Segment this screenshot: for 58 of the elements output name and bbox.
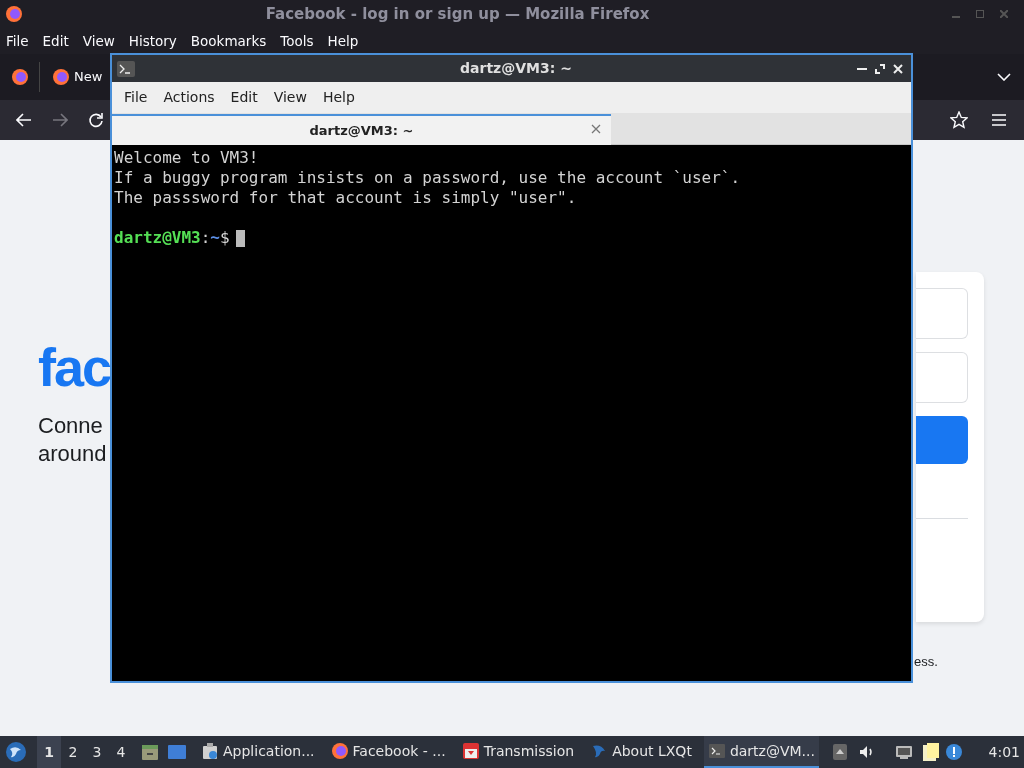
back-arrow-icon[interactable] — [16, 113, 32, 127]
menu-icon[interactable] — [992, 114, 1006, 126]
window-title: Facebook - log in or sign up — Mozilla Firefox — [264, 3, 651, 25]
menu-item[interactable]: View — [265, 87, 315, 108]
close-tab-icon[interactable] — [591, 124, 601, 134]
desktop-icon[interactable] — [167, 743, 187, 761]
taskbar-button[interactable]: dartz@VM... — [703, 736, 819, 768]
clock: 4:01 — [988, 742, 1020, 762]
menu-item[interactable]: Help — [327, 30, 359, 52]
reload-icon[interactable] — [88, 112, 104, 128]
terminal-line: If a buggy program insists on a password, use the account `user`. — [114, 168, 742, 188]
menu-item[interactable]: Actions — [155, 87, 223, 108]
terminal-line: The passsword for that account is simply "user". — [114, 188, 578, 208]
chevron-down-icon[interactable] — [997, 73, 1011, 81]
start-menu-icon[interactable] — [5, 741, 27, 763]
input-field[interactable] — [916, 352, 968, 403]
firefox-icon — [330, 742, 349, 760]
notification-icon[interactable] — [944, 743, 963, 761]
volume-icon[interactable] — [858, 744, 875, 760]
menu-item[interactable]: File — [6, 30, 29, 52]
taskbar-button[interactable]: Application... — [197, 736, 319, 768]
menu-item[interactable]: Help — [314, 87, 363, 108]
logo: fac — [38, 340, 111, 394]
tagline-text: Conne — [38, 412, 104, 440]
taskbar-button[interactable]: About LXQt — [586, 736, 696, 768]
browser-tab[interactable]: New — [50, 61, 105, 93]
workspace-button[interactable]: 4 — [109, 736, 133, 768]
footer-text: ess. — [914, 653, 939, 671]
file-cabinet-icon[interactable] — [141, 743, 159, 761]
menu-item[interactable]: Tools — [280, 30, 314, 52]
workspace-button[interactable]: 2 — [61, 736, 85, 768]
taskbar-button[interactable]: Transmission — [457, 736, 579, 768]
menu-item[interactable]: Bookmarks — [190, 30, 267, 52]
firefox-icon — [5, 5, 23, 23]
workspace-button[interactable]: 3 — [85, 736, 109, 768]
terminal-icon — [117, 60, 135, 77]
star-icon[interactable] — [950, 111, 968, 129]
terminal-icon — [707, 742, 726, 760]
tagline-text: around — [38, 440, 108, 468]
taskbar-button[interactable]: Facebook - ... — [326, 736, 450, 768]
menu-item[interactable]: History — [128, 30, 177, 52]
menu-item[interactable]: Edit — [42, 30, 69, 52]
firefox-icon[interactable] — [11, 68, 29, 86]
workspace-button[interactable]: 1 — [37, 736, 61, 768]
notes-icon[interactable] — [920, 742, 941, 762]
clipboard-icon — [201, 742, 219, 760]
command-prompt: dartz@VM3:~$ — [114, 228, 230, 248]
window-title: dartz@VM3: ~ — [459, 59, 573, 78]
menu-item[interactable]: File — [116, 87, 156, 108]
terminal-line: Welcome to VM3! — [114, 148, 260, 168]
menu-item[interactable]: Edit — [222, 87, 266, 108]
download-icon — [461, 742, 480, 760]
menu-item[interactable]: View — [82, 30, 115, 52]
forward-arrow-icon[interactable] — [52, 113, 68, 127]
input-field[interactable] — [916, 288, 968, 339]
firefox-icon — [52, 68, 70, 86]
terminal-tab[interactable]: dartz@VM3: ~ — [112, 114, 611, 145]
text-cursor — [235, 229, 245, 247]
